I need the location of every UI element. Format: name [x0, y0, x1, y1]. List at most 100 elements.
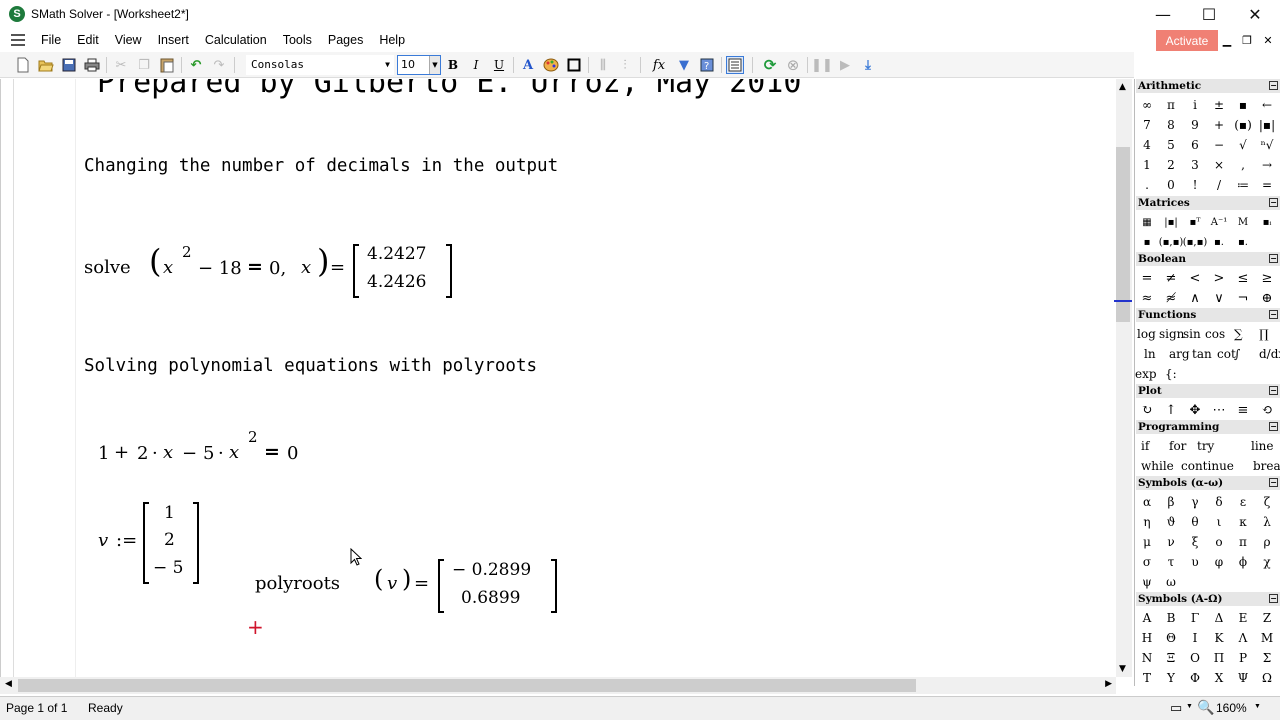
programming-button[interactable]: if [1141, 436, 1149, 456]
greek-lower-button[interactable]: χ [1255, 552, 1279, 572]
function-button[interactable]: sin [1183, 324, 1201, 344]
greek-upper-button[interactable]: Ξ [1159, 648, 1183, 668]
matrices-button[interactable]: |▪| [1159, 212, 1183, 232]
plot-button[interactable]: ✥ [1183, 400, 1207, 420]
menu-file[interactable]: File [33, 28, 69, 52]
greek-lower-button[interactable]: α [1135, 492, 1159, 512]
greek-upper-button[interactable]: Ι [1183, 628, 1207, 648]
greek-lower-button[interactable]: τ [1159, 552, 1183, 572]
function-button[interactable]: cos [1205, 324, 1225, 344]
arithmetic-button[interactable]: |▪| [1255, 115, 1279, 135]
greek-upper-button[interactable]: Δ [1207, 608, 1231, 628]
scroll-right-icon[interactable]: ▶ [1105, 679, 1112, 689]
greek-upper-button[interactable]: Ρ [1231, 648, 1255, 668]
arithmetic-button[interactable]: 2 [1159, 155, 1183, 175]
step-into-button[interactable]: ⤓ [859, 56, 877, 74]
function-button[interactable]: sign [1159, 324, 1184, 344]
boolean-button[interactable]: < [1183, 268, 1207, 288]
copy-button[interactable]: ❐ [135, 56, 153, 74]
arithmetic-button[interactable]: , [1231, 155, 1255, 175]
filter-button[interactable]: ▼ [675, 56, 693, 74]
menu-edit[interactable]: Edit [69, 28, 107, 52]
arithmetic-button[interactable]: i [1183, 95, 1207, 115]
activate-button[interactable]: Activate [1156, 30, 1218, 51]
underline-button[interactable]: U [490, 56, 508, 74]
greek-upper-button[interactable]: Ε [1231, 608, 1255, 628]
matrices-button[interactable]: ▪. [1231, 232, 1255, 252]
menu-insert[interactable]: Insert [150, 28, 197, 52]
programming-button[interactable]: break [1253, 456, 1280, 476]
greek-lower-button[interactable]: λ [1255, 512, 1279, 532]
arithmetic-button[interactable]: ⁿ√ [1255, 135, 1279, 155]
plot-button[interactable]: ⟲ [1255, 400, 1279, 420]
programming-button[interactable]: for [1169, 436, 1186, 456]
scroll-down-icon[interactable]: ▼ [1119, 664, 1126, 674]
matrices-button[interactable]: ▪ᵀ [1183, 212, 1207, 232]
greek-lower-button[interactable]: φ [1207, 552, 1231, 572]
italic-button[interactable]: I [467, 56, 485, 74]
greek-lower-button[interactable]: ϑ [1159, 512, 1183, 532]
arithmetic-button[interactable]: 1 [1135, 155, 1159, 175]
menu-calculation[interactable]: Calculation [197, 28, 275, 52]
arithmetic-button[interactable]: ± [1207, 95, 1231, 115]
greek-upper-button[interactable]: Α [1135, 608, 1159, 628]
recalculate-button[interactable]: ⟳ [761, 56, 779, 74]
function-button[interactable]: ln [1144, 344, 1156, 364]
arithmetic-button[interactable]: 0 [1159, 175, 1183, 195]
worksheet-canvas[interactable]: Prepared by Gilberto E. Urroz, May 2010 … [0, 79, 1116, 677]
function-button[interactable]: ∏ [1259, 324, 1269, 344]
arithmetic-button[interactable]: √ [1231, 135, 1255, 155]
greek-lower-button[interactable]: γ [1183, 492, 1207, 512]
greek-lower-button[interactable]: η [1135, 512, 1159, 532]
align-vertical-button[interactable]: ⫶ [616, 56, 634, 74]
vertical-scroll-thumb[interactable] [1116, 147, 1130, 322]
function-button[interactable]: d/dx [1259, 344, 1280, 364]
collapse-icon[interactable]: − [1269, 478, 1278, 487]
greek-upper-button[interactable]: Υ [1159, 668, 1183, 688]
arithmetic-button[interactable]: π [1159, 95, 1183, 115]
programming-button[interactable]: line [1251, 436, 1274, 456]
greek-upper-button[interactable]: Τ [1135, 668, 1159, 688]
scroll-left-icon[interactable]: ◀ [5, 679, 12, 689]
open-file-button[interactable] [37, 56, 55, 74]
page-layout-icon[interactable]: ▭ [1170, 700, 1182, 716]
arithmetic-button[interactable]: ▪ [1231, 95, 1255, 115]
boolean-button[interactable]: ∨ [1207, 288, 1231, 308]
minimize-button[interactable]: — [1140, 0, 1186, 28]
plot-button[interactable]: ↑ [1159, 400, 1183, 420]
new-file-button[interactable] [14, 56, 32, 74]
greek-upper-button[interactable]: Η [1135, 628, 1159, 648]
menu-view[interactable]: View [107, 28, 150, 52]
panel-header-arithmetic[interactable]: Arithmetic − [1136, 79, 1280, 93]
greek-upper-button[interactable]: Χ [1207, 668, 1231, 688]
greek-lower-button[interactable]: ϕ [1231, 552, 1255, 572]
programming-button[interactable]: continue [1181, 456, 1234, 476]
boolean-button[interactable]: ≉ [1159, 288, 1183, 308]
panels-toggle-button[interactable] [726, 56, 744, 74]
function-button[interactable]: arg [1169, 344, 1190, 364]
app-icon[interactable]: S [9, 6, 25, 22]
function-button[interactable]: tan [1192, 344, 1212, 364]
function-button[interactable]: ∫ [1234, 344, 1240, 364]
arithmetic-button[interactable]: ∞ [1135, 95, 1159, 115]
function-button[interactable]: cot [1217, 344, 1236, 364]
mdi-restore-button[interactable]: ❐ [1238, 30, 1256, 50]
greek-lower-button[interactable]: μ [1135, 532, 1159, 552]
greek-lower-button[interactable]: θ [1183, 512, 1207, 532]
font-size-select[interactable]: 10 ▼ [397, 55, 441, 75]
arithmetic-button[interactable]: 8 [1159, 115, 1183, 135]
mdi-close-button[interactable]: ✕ [1259, 30, 1277, 50]
arithmetic-button[interactable]: 6 [1183, 135, 1207, 155]
matrices-button[interactable]: ▪. [1207, 232, 1231, 252]
arithmetic-button[interactable]: + [1207, 115, 1231, 135]
arithmetic-button[interactable]: 9 [1183, 115, 1207, 135]
plot-button[interactable]: ⋯ [1207, 400, 1231, 420]
greek-upper-button[interactable]: Ω [1255, 668, 1279, 688]
worksheet-heading[interactable]: Prepared by Gilberto E. Urroz, May 2010 [97, 79, 801, 100]
matrices-button[interactable]: (▪,▪) [1159, 232, 1184, 252]
text-color-button[interactable]: A [519, 56, 537, 74]
plot-button[interactable]: ≡ [1231, 400, 1255, 420]
collapse-icon[interactable]: − [1269, 254, 1278, 263]
greek-upper-button[interactable]: Ν [1135, 648, 1159, 668]
collapse-icon[interactable]: − [1269, 198, 1278, 207]
